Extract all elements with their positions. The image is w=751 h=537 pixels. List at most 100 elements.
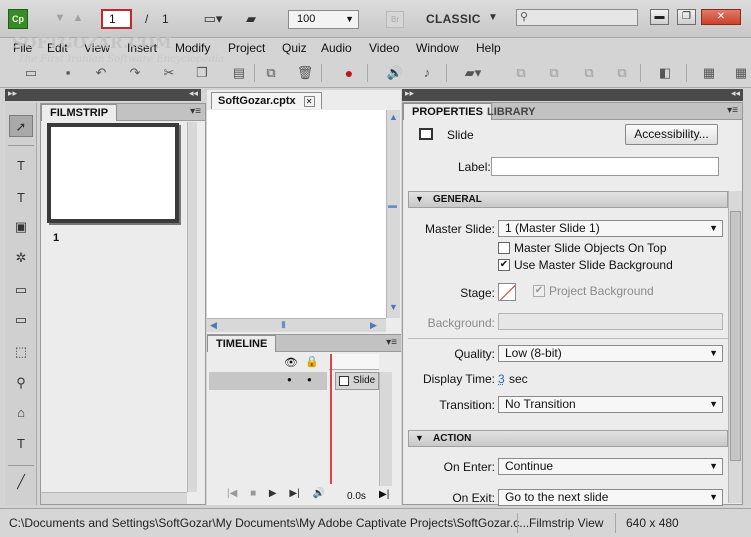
- current-slide-input[interactable]: 1: [101, 9, 132, 29]
- image-tool-icon[interactable]: ⬚: [9, 341, 33, 363]
- collapse-icon[interactable]: ◂◂: [189, 88, 198, 99]
- menu-quiz[interactable]: Quiz: [282, 41, 307, 55]
- bridge-button[interactable]: Br: [386, 11, 404, 28]
- scroll-thumb[interactable]: [730, 211, 741, 461]
- expand-icon[interactable]: ▸▸: [405, 88, 414, 99]
- previous-slide-arrow-icon[interactable]: ▼: [54, 12, 66, 24]
- bring-to-front-icon[interactable]: ⧉: [580, 64, 598, 82]
- panel-collapse-strip-right[interactable]: ▸▸ ◂◂: [402, 88, 743, 101]
- menu-insert[interactable]: Insert: [127, 41, 157, 55]
- transition-select[interactable]: No Transition ▼: [498, 396, 723, 413]
- general-section-header[interactable]: ▼ GENERAL: [408, 191, 728, 208]
- filmstrip-horizontal-scrollbar[interactable]: [41, 492, 187, 504]
- text-caption-tool-icon[interactable]: T: [9, 155, 33, 177]
- collapse-icon[interactable]: ◂◂: [731, 88, 740, 99]
- panel-collapse-strip-left[interactable]: ▸▸ ◂◂: [5, 88, 201, 101]
- next-slide-arrow-icon[interactable]: ▲: [72, 12, 84, 24]
- timeline-audio-icon[interactable]: 🔊: [312, 488, 324, 499]
- zoom-select[interactable]: 100 ▼: [288, 10, 359, 29]
- open-folder-icon[interactable]: ▭: [22, 64, 40, 82]
- expand-icon[interactable]: ▸▸: [8, 88, 17, 99]
- background-field[interactable]: [498, 313, 723, 330]
- visibility-eye-icon[interactable]: 👁: [284, 356, 298, 369]
- scroll-left-icon[interactable]: ◀: [210, 320, 217, 331]
- tab-filmstrip[interactable]: FILMSTRIP: [41, 104, 118, 121]
- menu-audio[interactable]: Audio: [321, 41, 352, 55]
- line-tool-icon[interactable]: ╱: [9, 471, 33, 493]
- tab-library[interactable]: LIBRARY: [479, 104, 543, 120]
- scroll-thumb[interactable]: ▬: [388, 200, 397, 210]
- redo-icon[interactable]: ↷: [126, 64, 144, 82]
- publish-icon[interactable]: ▰: [240, 10, 262, 28]
- panel-menu-icon[interactable]: ▾≡: [727, 105, 738, 116]
- project-background-checkbox[interactable]: ✔: [533, 285, 545, 297]
- table-icon[interactable]: ▦: [732, 64, 750, 82]
- scroll-right-icon[interactable]: ▶: [370, 320, 377, 331]
- close-icon[interactable]: ✕: [303, 96, 315, 107]
- on-exit-select[interactable]: Go to the next slide ▼: [498, 489, 723, 506]
- record-icon[interactable]: ●: [340, 64, 358, 82]
- scroll-up-icon[interactable]: ▲: [389, 112, 398, 122]
- menu-project[interactable]: Project: [228, 41, 265, 55]
- menu-window[interactable]: Window: [416, 41, 459, 55]
- scroll-thumb[interactable]: ▮: [281, 319, 286, 330]
- group-icon[interactable]: ▰▾: [464, 64, 482, 82]
- use-master-background-checkbox[interactable]: ✔: [498, 259, 510, 271]
- highlight-box-tool-icon[interactable]: ▣: [9, 216, 33, 238]
- forward-icon[interactable]: ▶|: [289, 488, 299, 499]
- master-objects-on-top-checkbox[interactable]: [498, 242, 510, 254]
- timeline-layer-row[interactable]: ● ●: [209, 372, 327, 390]
- accessibility-button[interactable]: Accessibility...: [625, 124, 718, 145]
- audio-off-icon[interactable]: ♪: [418, 64, 436, 82]
- time-end-icon[interactable]: ▶|: [379, 489, 389, 500]
- widget-tool-icon[interactable]: T: [9, 433, 33, 455]
- search-input[interactable]: ⚲: [516, 9, 638, 26]
- play-icon[interactable]: ▶: [269, 488, 277, 499]
- zoom-area-tool-icon[interactable]: ⚲: [9, 372, 33, 394]
- on-enter-select[interactable]: Continue ▼: [498, 458, 723, 475]
- menu-file[interactable]: File: [13, 41, 32, 55]
- timeline-playhead[interactable]: [330, 354, 332, 484]
- stage-horizontal-scrollbar[interactable]: ◀ ▮ ▶: [207, 318, 386, 332]
- button-tool-icon[interactable]: ▭: [9, 279, 33, 301]
- minimize-button[interactable]: ▬: [650, 9, 669, 25]
- rewind-icon[interactable]: |◀: [227, 488, 237, 499]
- delete-icon[interactable]: 🗑: [296, 64, 314, 82]
- panel-menu-icon[interactable]: ▾≡: [386, 337, 397, 348]
- layer-lock-dot[interactable]: ●: [307, 375, 312, 384]
- timeline-vertical-scrollbar[interactable]: [379, 372, 392, 486]
- master-slide-select[interactable]: 1 (Master Slide 1) ▼: [498, 220, 723, 237]
- label-field[interactable]: [491, 157, 719, 176]
- layer-visible-dot[interactable]: ●: [287, 375, 292, 384]
- close-window-button[interactable]: ✕: [701, 9, 741, 25]
- click-box-tool-icon[interactable]: ✲: [9, 247, 33, 269]
- align-icon[interactable]: ◧: [656, 64, 674, 82]
- audio-icon[interactable]: 🔊: [386, 64, 404, 82]
- workspace-chevron-down-icon[interactable]: ▼: [488, 12, 498, 23]
- duplicate-icon[interactable]: ⧉: [262, 64, 280, 82]
- stop-icon[interactable]: ■: [250, 488, 256, 499]
- properties-vertical-scrollbar[interactable]: [728, 191, 742, 503]
- lock-icon[interactable]: 🔒: [305, 355, 319, 368]
- copy-icon[interactable]: ❐: [193, 64, 211, 82]
- preview-icon[interactable]: ▭▾: [202, 10, 224, 28]
- save-icon[interactable]: ▪: [59, 64, 77, 82]
- scroll-down-icon[interactable]: ▼: [389, 302, 398, 312]
- grid-icon[interactable]: ▦: [700, 64, 718, 82]
- action-section-header[interactable]: ▼ ACTION: [408, 430, 728, 447]
- tab-document[interactable]: SoftGozar.cptx ✕: [211, 92, 322, 109]
- rollover-caption-tool-icon[interactable]: T: [9, 187, 33, 209]
- stage-color-swatch[interactable]: [498, 283, 516, 301]
- slide-thumbnail[interactable]: [47, 123, 179, 223]
- quality-select[interactable]: Low (8-bit) ▼: [498, 345, 723, 362]
- filmstrip-vertical-scrollbar[interactable]: [187, 122, 197, 492]
- mouse-tool-icon[interactable]: ⌂: [9, 402, 33, 424]
- undo-icon[interactable]: ↶: [92, 64, 110, 82]
- workspace-switcher[interactable]: CLASSIC: [426, 12, 481, 26]
- slide-canvas[interactable]: [207, 110, 386, 318]
- send-backward-icon[interactable]: ⧉: [545, 64, 563, 82]
- selection-tool-icon[interactable]: ➚: [9, 115, 33, 137]
- text-entry-tool-icon[interactable]: ▭: [9, 309, 33, 331]
- menu-video[interactable]: Video: [369, 41, 399, 55]
- timeline-slide-bar[interactable]: Slide: [335, 372, 379, 390]
